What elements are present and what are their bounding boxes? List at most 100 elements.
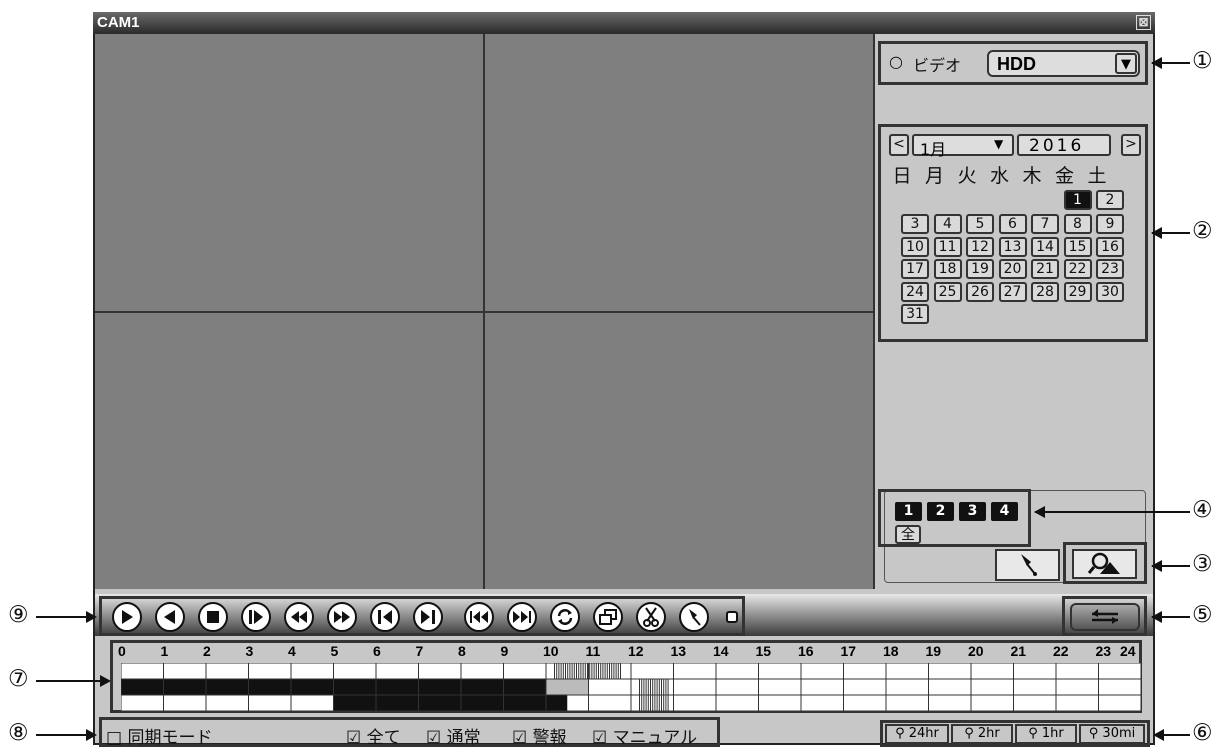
calendar-day[interactable]: 2 (1096, 190, 1124, 210)
calendar-day[interactable]: 28 (1031, 281, 1059, 302)
reverse-play-button[interactable] (155, 602, 185, 632)
callout-arrow-9 (36, 611, 97, 623)
skip-forward-icon (513, 611, 531, 623)
frame-step-icon (249, 610, 263, 624)
search-panel (1063, 542, 1147, 584)
recording-bar (333, 695, 568, 711)
sync-button[interactable] (550, 602, 580, 632)
video-pane-2[interactable] (485, 34, 873, 311)
calendar-day[interactable]: 21 (1031, 259, 1059, 280)
prev-frame-icon (378, 610, 392, 624)
calendar-day[interactable]: 6 (998, 214, 1027, 235)
zoom-30min-button[interactable]: ⚲ 30mi (1079, 724, 1145, 744)
all-checkbox[interactable]: ☑ 全て (346, 723, 401, 748)
month-select[interactable]: 1月 ▼ (912, 134, 1014, 159)
callout-arrow-1 (1151, 57, 1190, 69)
hour-label: 21 (1010, 643, 1027, 659)
hour-label: 17 (840, 643, 857, 659)
calendar-day[interactable]: 30 (1096, 281, 1124, 302)
manual-checkbox[interactable]: ☑ マニュアル (592, 723, 697, 748)
next-frame-button[interactable] (413, 602, 443, 632)
calendar-day[interactable]: 25 (933, 281, 962, 302)
fast-forward-button[interactable] (327, 602, 357, 632)
video-radio[interactable]: ○ (889, 52, 903, 71)
calendar-day[interactable]: 22 (1063, 259, 1092, 280)
calendar-day[interactable]: 3 (901, 214, 929, 235)
channel-2-button[interactable]: 2 (927, 502, 954, 521)
calendar-day[interactable]: 7 (1031, 214, 1059, 235)
play-button[interactable] (112, 602, 142, 632)
hour-label: 14 (713, 643, 729, 659)
alarm-checkbox[interactable]: ☑ 警報 (512, 723, 567, 748)
window-icon (599, 609, 617, 625)
calendar-day[interactable]: 19 (966, 259, 994, 280)
zoom-2hr-button[interactable]: ⚲ 2hr (951, 724, 1013, 744)
window-mode-button[interactable] (593, 602, 623, 632)
rewind-button[interactable] (284, 602, 314, 632)
calendar-day[interactable]: 26 (966, 281, 994, 302)
skip-back-button[interactable] (464, 602, 494, 632)
timeline-grid[interactable] (121, 663, 1141, 711)
normal-checkbox[interactable]: ☑ 通常 (426, 723, 481, 748)
calendar-day[interactable]: 16 (1096, 236, 1124, 257)
zoom-1hr-button[interactable]: ⚲ 1hr (1015, 724, 1077, 744)
calendar-day[interactable]: 5 (966, 214, 994, 235)
calendar-panel: < 1月 ▼ 2016 > 日月火水木金土 1 2 3 4 5 6 7 8 9 10 11 12 13 1… (878, 124, 1148, 342)
calendar-day[interactable]: 4 (933, 214, 962, 235)
calendar-day[interactable]: 14 (1031, 236, 1059, 257)
zoom-icon: ⚲ (1028, 726, 1038, 741)
search-button[interactable] (1072, 549, 1137, 579)
calendar-day[interactable]: 11 (933, 236, 962, 257)
all-channels-button[interactable]: 全 (895, 525, 921, 544)
frame-step-button[interactable] (241, 602, 271, 632)
calendar-day[interactable]: 20 (998, 259, 1027, 280)
hour-label: 7 (415, 643, 424, 659)
callout-6: ⑥ (1192, 720, 1213, 746)
sync-mode-checkbox[interactable]: □ 同期モード (106, 723, 212, 748)
calendar-day[interactable]: 29 (1063, 281, 1092, 302)
calendar-day[interactable]: 8 (1063, 214, 1092, 235)
prev-month-button[interactable]: < (889, 134, 909, 156)
calendar-day[interactable]: 17 (901, 259, 929, 280)
calendar-day[interactable]: 27 (998, 281, 1027, 302)
calendar-day[interactable]: 1 (1063, 190, 1092, 210)
source-panel: ○ ビデオ HDD ▼ (878, 41, 1148, 85)
channel-4-button[interactable]: 4 (991, 502, 1018, 521)
hour-label: 12 (628, 643, 644, 659)
hour-label: 11 (585, 643, 601, 659)
video-pane-3[interactable] (95, 313, 483, 589)
tag-button[interactable] (995, 549, 1060, 581)
skip-back-icon (470, 611, 488, 623)
tag-play-button[interactable] (679, 602, 709, 632)
clip-button[interactable] (636, 602, 666, 632)
calendar-day[interactable]: 12 (966, 236, 994, 257)
callout-7: ⑦ (8, 666, 29, 692)
callout-2: ② (1192, 218, 1213, 244)
channel-1-button[interactable]: 1 (895, 502, 922, 521)
zoom-24hr-button[interactable]: ⚲ 24hr (885, 724, 949, 744)
next-month-button[interactable]: > (1121, 134, 1141, 156)
year-field[interactable]: 2016 (1017, 134, 1111, 156)
stop-button[interactable] (198, 602, 228, 632)
calendar-day[interactable]: 24 (901, 281, 929, 302)
skip-forward-button[interactable] (507, 602, 537, 632)
hour-label: 22 (1053, 643, 1069, 659)
calendar-day[interactable]: 10 (901, 236, 929, 257)
video-pane-1[interactable] (95, 34, 483, 311)
calendar-day[interactable]: 31 (901, 304, 929, 324)
return-button[interactable] (1070, 603, 1140, 631)
calendar-day[interactable]: 13 (998, 236, 1027, 257)
calendar-day[interactable]: 23 (1096, 259, 1124, 280)
small-square-button[interactable] (726, 611, 738, 623)
channel-3-button[interactable]: 3 (959, 502, 986, 521)
calendar-day[interactable]: 18 (933, 259, 962, 280)
close-icon[interactable]: ⊠ (1136, 15, 1151, 30)
callout-arrow-2 (1151, 227, 1190, 239)
source-select[interactable]: HDD ▼ (987, 50, 1140, 77)
calendar-day[interactable]: 9 (1096, 214, 1124, 235)
reverse-play-icon (164, 610, 175, 624)
video-pane-4[interactable] (485, 313, 873, 589)
pane-divider-h (95, 311, 873, 313)
prev-frame-button[interactable] (370, 602, 400, 632)
calendar-day[interactable]: 15 (1063, 236, 1092, 257)
